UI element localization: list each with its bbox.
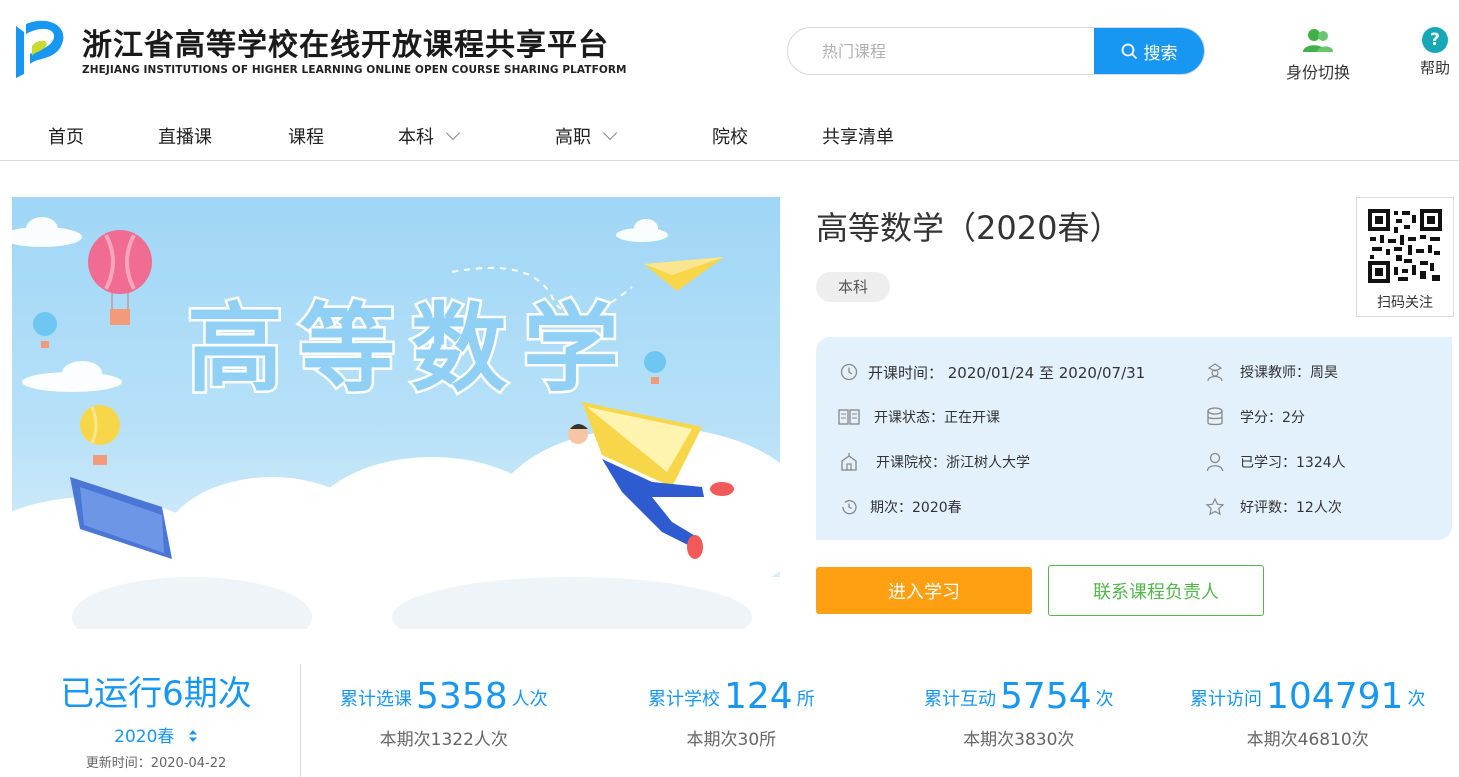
stat-label: 累计互动 [924,689,996,710]
user-icon [1204,451,1226,473]
info-term: 期次：2020春 [838,496,962,518]
nav-item-label: 院校 [712,127,748,148]
search-button[interactable]: 搜索 [1094,28,1204,74]
stat-value: 5358 [416,676,508,717]
school-building-icon [838,451,860,473]
enter-study-button[interactable]: 进入学习 [816,567,1032,614]
contact-owner-button[interactable]: 联系课程负责人 [1048,565,1264,616]
info-learners-text: 已学习：1324人 [1240,455,1346,471]
info-status: 开课状态：正在开课 [838,406,1000,428]
run-terms-title: 已运行6期次 [60,674,252,714]
term-selector-value: 2020春 [114,727,175,747]
stat-main: 累计访问 104791 次 [1190,676,1426,717]
qr-code-label: 扫码关注 [1377,295,1433,311]
stat-enrollments: 累计选课 5358 人次 本期次1322人次 [340,676,548,750]
term-selector[interactable]: 2020春 [12,722,300,747]
chevron-down-icon [445,125,461,141]
stat-unit: 人次 [511,689,548,710]
stats-divider [300,664,301,777]
help-button[interactable]: ? 帮助 [1414,27,1456,78]
users-icon [1303,29,1333,52]
stat-main: 累计选课 5358 人次 [340,676,548,717]
qr-code-icon [1368,209,1442,283]
info-credit-text: 学分：2分 [1240,410,1305,426]
nav-item-home[interactable]: 首页 [48,123,84,149]
course-banner: 高等数学 [12,197,780,629]
stat-unit: 所 [796,689,815,710]
stat-unit: 次 [1095,689,1114,710]
help-label: 帮助 [1419,59,1450,77]
star-icon [1204,496,1226,518]
info-learners: 已学习：1324人 [1204,451,1346,473]
platform-title[interactable]: 浙江省高等学校在线开放课程共享平台 [82,20,609,64]
switch-role-button[interactable]: 身份切换 [1282,27,1354,83]
stat-value: 104791 [1266,676,1404,717]
nav-item-label: 高职 [555,127,591,148]
main-nav: 首页 直播课 课程 本科 高职 院校 共享清单 [0,105,1459,161]
nav-item-share-list[interactable]: 共享清单 [822,123,894,149]
stat-label: 累计访问 [1190,689,1262,710]
info-school-text: 开课院校：浙江树人大学 [876,455,1030,471]
search-icon [1121,43,1137,59]
history-icon [838,496,860,518]
nav-item-live[interactable]: 直播课 [158,123,212,149]
stat-main: 累计互动 5754 次 [924,676,1114,717]
stat-sub: 本期次1322人次 [379,730,508,750]
header: 浙江省高等学校在线开放课程共享平台 ZHEJIANG INSTITUTIONS … [0,0,1459,105]
info-start-time-text: 开课时间： 2020/01/24 至 2020/07/31 [868,363,1146,382]
stat-interactions: 累计互动 5754 次 本期次3830次 [924,676,1114,750]
book-icon [838,406,860,428]
search-box: 搜索 [787,27,1205,75]
help-icon: ? [1422,27,1448,53]
stat-value: 5754 [1000,676,1092,717]
nav-item-vocational[interactable]: 高职 [555,123,618,149]
search-input[interactable] [788,28,1096,74]
course-title: 高等数学（2020春） [816,209,1122,247]
switch-role-label: 身份切换 [1285,63,1350,82]
info-rating-text: 好评数：12人次 [1240,500,1342,516]
coins-icon [1204,406,1226,428]
stat-visits: 累计访问 104791 次 本期次46810次 [1190,676,1425,750]
stat-unit: 次 [1407,689,1426,710]
stat-label: 累计选课 [340,689,412,710]
chevron-down-icon [602,125,618,141]
info-credit: 学分：2分 [1204,406,1305,428]
platform-subtitle: ZHEJIANG INSTITUTIONS OF HIGHER LEARNING… [82,64,627,76]
info-rating: 好评数：12人次 [1204,496,1342,518]
qr-code-box[interactable]: 扫码关注 [1356,197,1454,317]
sort-arrows-icon [188,730,197,742]
stat-label: 累计学校 [648,689,720,710]
banner-illustration: 高等数学 [12,217,780,629]
banner-title: 高等数学 [187,293,635,405]
stat-sub: 本期次46810次 [1246,730,1369,750]
stat-main: 累计学校 124 所 [648,676,815,717]
course-level-tag: 本科 [816,272,890,302]
stat-sub: 本期次3830次 [963,730,1075,750]
stat-schools: 累计学校 124 所 本期次30所 [648,676,815,750]
update-time: 更新时间：2020-04-22 [85,756,227,771]
nav-item-label: 本科 [398,127,434,148]
nav-item-label: 课程 [288,127,324,148]
course-info-panel: 开课时间： 2020/01/24 至 2020/07/31 开课状态：正在开课 … [816,337,1452,540]
info-start-time: 开课时间： 2020/01/24 至 2020/07/31 [838,361,1145,383]
info-status-text: 开课状态：正在开课 [874,410,1000,426]
nav-item-label: 共享清单 [822,127,894,148]
info-teacher-text: 授课教师：周昊 [1240,365,1338,381]
nav-item-label: 首页 [48,127,84,148]
search-button-label: 搜索 [1143,43,1178,64]
balloon-pink [88,230,152,325]
nav-item-courses[interactable]: 课程 [288,123,324,149]
nav-item-schools[interactable]: 院校 [712,123,748,149]
nav-item-undergraduate[interactable]: 本科 [398,123,461,149]
teacher-icon [1204,361,1226,383]
info-term-text: 期次：2020春 [870,500,962,516]
info-teacher: 授课教师：周昊 [1204,361,1338,383]
clock-icon [838,361,860,383]
info-school: 开课院校：浙江树人大学 [838,451,1030,473]
stat-value: 124 [724,676,793,717]
nav-item-label: 直播课 [158,127,212,148]
stat-sub: 本期次30所 [686,730,777,750]
platform-logo-icon[interactable] [10,16,72,82]
